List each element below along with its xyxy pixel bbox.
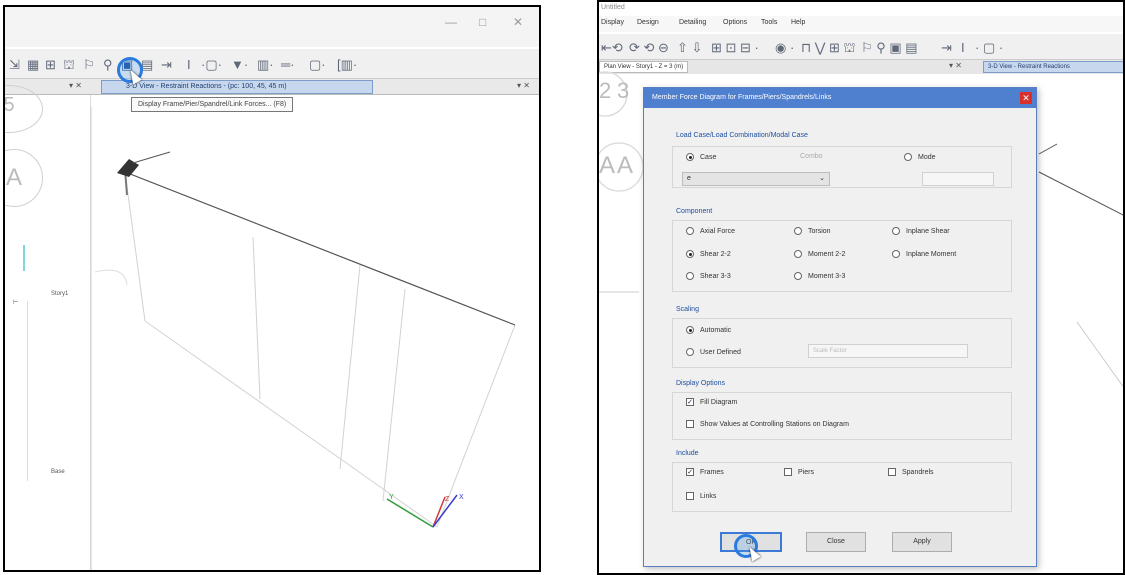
scale-factor-label: Scale Factor <box>813 348 847 354</box>
grid-bubble-label: A <box>617 152 634 179</box>
chevron-down-icon: ⌄ <box>819 175 825 182</box>
option-label: Frames <box>700 468 724 476</box>
frames-checkbox[interactable]: ✓ Frames <box>686 468 724 476</box>
option-label: Spandrels <box>902 468 934 476</box>
radio-icon <box>904 153 912 161</box>
mode-input[interactable] <box>922 172 994 186</box>
right-screenshot-panel: Untitled Display Design Detailing Option… <box>597 0 1125 575</box>
user-defined-radio[interactable]: User Defined <box>686 348 741 356</box>
scaling-group-label: Scaling <box>676 306 699 313</box>
model-3d-canvas[interactable]: Z X Y <box>5 7 541 572</box>
radio-icon <box>686 250 694 258</box>
radio-icon <box>892 250 900 258</box>
radio-icon <box>794 227 802 235</box>
inplane-shear-radio[interactable]: Inplane Shear <box>892 227 950 235</box>
svg-text:X: X <box>459 494 464 501</box>
inplane-moment-radio[interactable]: Inplane Moment <box>892 250 956 258</box>
radio-icon <box>686 227 694 235</box>
option-label: Inplane Moment <box>906 250 957 258</box>
option-label: Piers <box>798 468 814 476</box>
combo-radio[interactable]: Combo <box>800 153 823 160</box>
axial-force-radio[interactable]: Axial Force <box>686 227 735 235</box>
shear-2-2-radio[interactable]: Shear 2-2 <box>686 250 731 258</box>
option-label: User Defined <box>700 348 741 356</box>
mode-radio[interactable]: Mode <box>904 153 936 161</box>
option-label: Torsion <box>808 227 831 235</box>
case-select[interactable]: e ⌄ <box>682 172 830 186</box>
spandrels-checkbox[interactable]: Spandrels <box>888 468 934 476</box>
dialog-title-bar: Member Force Diagram for Frames/Piers/Sp… <box>644 88 1036 108</box>
radio-icon <box>794 272 802 280</box>
checkbox-checked-icon: ✓ <box>686 468 694 476</box>
links-checkbox[interactable]: Links <box>686 492 716 500</box>
show-values-checkbox[interactable]: Show Values at Controlling Stations on D… <box>686 420 849 428</box>
option-label: Automatic <box>700 326 732 334</box>
include-group-label: Include <box>676 450 699 457</box>
radio-icon <box>794 250 802 258</box>
radio-icon <box>892 227 900 235</box>
grid-bubble-label: 3 <box>617 78 630 103</box>
member-force-dialog: Member Force Diagram for Frames/Piers/Sp… <box>643 87 1037 567</box>
scale-factor-input[interactable]: Scale Factor <box>808 344 968 358</box>
moment-3-3-radio[interactable]: Moment 3-3 <box>794 272 845 280</box>
checkbox-icon <box>686 492 694 500</box>
case-radio[interactable]: Case <box>686 153 716 161</box>
radio-icon <box>686 348 694 356</box>
fill-diagram-checkbox[interactable]: ✓ Fill Diagram <box>686 398 737 406</box>
left-screenshot-panel: — □ ✕ ⇲ ▦ ⊞ ⛫ ⚐ ⚲ ▣ ▤ ⇥ I ·▢· ▼· ▥· ═· ▢… <box>3 5 541 572</box>
moment-2-2-radio[interactable]: Moment 2-2 <box>794 250 845 258</box>
radio-icon <box>686 153 694 161</box>
display-options-group-label: Display Options <box>676 380 726 387</box>
dialog-close-icon[interactable]: ✕ <box>1020 92 1032 104</box>
option-label: Mode <box>918 153 936 161</box>
option-label: Combo <box>800 153 823 160</box>
option-label: Shear 3-3 <box>700 272 731 280</box>
case-select-value: e <box>687 175 691 182</box>
checkbox-checked-icon: ✓ <box>686 398 694 406</box>
dialog-title: Member Force Diagram for Frames/Piers/Sp… <box>652 94 832 101</box>
svg-text:Y: Y <box>389 494 394 501</box>
checkbox-icon <box>686 420 694 428</box>
radio-icon <box>686 326 694 334</box>
option-label: Axial Force <box>700 227 736 235</box>
checkbox-icon <box>784 468 792 476</box>
torsion-radio[interactable]: Torsion <box>794 227 831 235</box>
checkbox-icon <box>888 468 896 476</box>
component-group-label: Component <box>676 208 713 215</box>
option-label: Case <box>700 153 717 161</box>
option-label: Moment 3-3 <box>808 272 846 280</box>
option-label: Inplane Shear <box>906 227 950 235</box>
option-label: Fill Diagram <box>700 398 738 406</box>
radio-icon <box>686 272 694 280</box>
option-label: Moment 2-2 <box>808 250 846 258</box>
shear-3-3-radio[interactable]: Shear 3-3 <box>686 272 731 280</box>
close-button[interactable]: Close <box>806 532 866 552</box>
option-label: Show Values at Controlling Stations on D… <box>700 420 849 428</box>
grid-bubble-label: 2 <box>599 78 612 103</box>
apply-button[interactable]: Apply <box>892 532 952 552</box>
svg-text:Z: Z <box>445 496 450 503</box>
load-case-group-label: Load Case/Load Combination/Modal Case <box>676 132 808 139</box>
option-label: Links <box>700 492 717 500</box>
automatic-radio[interactable]: Automatic <box>686 326 731 334</box>
grid-bubble-label: A <box>599 152 616 179</box>
option-label: Shear 2-2 <box>700 250 731 258</box>
piers-checkbox[interactable]: Piers <box>784 468 814 476</box>
